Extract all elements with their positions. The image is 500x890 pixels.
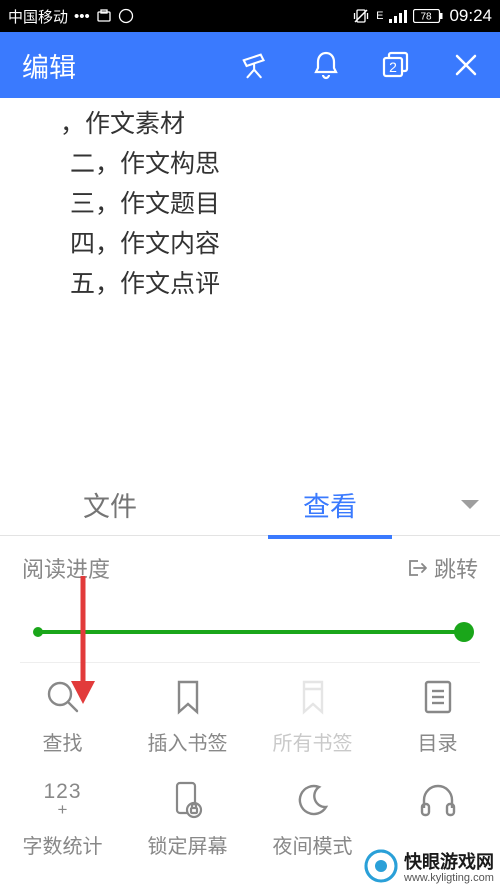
bell-icon[interactable] bbox=[310, 49, 342, 81]
bookmark-filled-icon bbox=[293, 677, 333, 717]
vibrate-icon bbox=[352, 8, 370, 24]
content-line: 三，作文题目 bbox=[70, 184, 500, 224]
network-type-label: E bbox=[376, 10, 383, 22]
header-title: 编辑 bbox=[22, 46, 76, 85]
more-dots-icon: ••• bbox=[74, 8, 90, 25]
content-line: 四，作文内容 bbox=[70, 224, 500, 264]
grid-toc-label: 目录 bbox=[418, 727, 458, 756]
jump-button[interactable]: 跳转 bbox=[406, 552, 478, 584]
battery-icon: 78 bbox=[413, 9, 443, 23]
content-line: 二，作文构思 bbox=[70, 144, 500, 184]
watermark-title: 快眼游戏网 bbox=[404, 848, 494, 874]
jump-label: 跳转 bbox=[434, 552, 478, 584]
tab-collapse-icon[interactable] bbox=[440, 498, 500, 512]
word-count-icon: 123 + bbox=[43, 780, 83, 820]
watermark-url: www.kyligting.com bbox=[404, 872, 494, 884]
screenshot-icon bbox=[96, 8, 112, 24]
lock-screen-icon bbox=[168, 780, 208, 820]
watermark-logo-icon bbox=[364, 849, 398, 883]
grid-all-bookmarks[interactable]: 所有书签 bbox=[250, 677, 375, 756]
grid-lock-screen[interactable]: 锁定屏幕 bbox=[125, 780, 250, 859]
app-header: 编辑 2 bbox=[0, 32, 500, 98]
tools-grid: 查找 插入书签 所有书签 目录 123 + 字数统计 bbox=[0, 663, 500, 859]
tab-file[interactable]: 文件 bbox=[0, 485, 220, 524]
grid-word-count[interactable]: 123 + 字数统计 bbox=[0, 780, 125, 859]
grid-lock-screen-label: 锁定屏幕 bbox=[148, 830, 228, 859]
clock-label: 09:24 bbox=[449, 6, 492, 26]
reading-progress-label: 阅读进度 bbox=[22, 552, 110, 584]
content-line: ，作文素材 bbox=[60, 104, 500, 144]
grid-word-count-label: 字数统计 bbox=[23, 830, 103, 859]
content-line: 五，作文点评 bbox=[70, 264, 500, 304]
carrier-label: 中国移动 bbox=[8, 6, 68, 27]
grid-insert-bookmark-label: 插入书签 bbox=[148, 727, 228, 756]
svg-text:2: 2 bbox=[389, 59, 397, 75]
progress-slider[interactable] bbox=[0, 600, 500, 662]
slider-start-dot bbox=[33, 627, 43, 637]
reading-progress-row: 阅读进度 跳转 bbox=[0, 536, 500, 600]
grid-search[interactable]: 查找 bbox=[0, 677, 125, 756]
list-icon bbox=[418, 677, 458, 717]
grid-night-mode-label: 夜间模式 bbox=[273, 830, 353, 859]
signal-icon bbox=[389, 9, 407, 23]
close-icon[interactable] bbox=[450, 49, 482, 81]
grid-toc[interactable]: 目录 bbox=[375, 677, 500, 756]
watermark: 快眼游戏网 www.kyligting.com bbox=[364, 848, 494, 884]
grid-all-bookmarks-label: 所有书签 bbox=[273, 727, 353, 756]
telescope-icon[interactable] bbox=[240, 49, 272, 81]
moon-icon bbox=[293, 780, 333, 820]
bookmark-icon bbox=[168, 677, 208, 717]
tab-view[interactable]: 查看 bbox=[220, 485, 440, 524]
compass-icon bbox=[118, 8, 134, 24]
grid-insert-bookmark[interactable]: 插入书签 bbox=[125, 677, 250, 756]
bottom-tabs: 文件 查看 bbox=[0, 474, 500, 536]
grid-night-mode[interactable]: 夜间模式 bbox=[250, 780, 375, 859]
status-bar: 中国移动 ••• E 78 09:24 bbox=[0, 0, 500, 32]
windows-icon[interactable]: 2 bbox=[380, 49, 412, 81]
headphones-icon bbox=[418, 780, 458, 820]
slider-track bbox=[36, 630, 464, 634]
slider-thumb[interactable] bbox=[454, 622, 474, 642]
svg-text:78: 78 bbox=[421, 12, 433, 23]
document-content[interactable]: ，作文素材 二，作文构思 三，作文题目 四，作文内容 五，作文点评 bbox=[0, 98, 500, 304]
grid-search-label: 查找 bbox=[43, 727, 83, 756]
search-icon bbox=[43, 677, 83, 717]
